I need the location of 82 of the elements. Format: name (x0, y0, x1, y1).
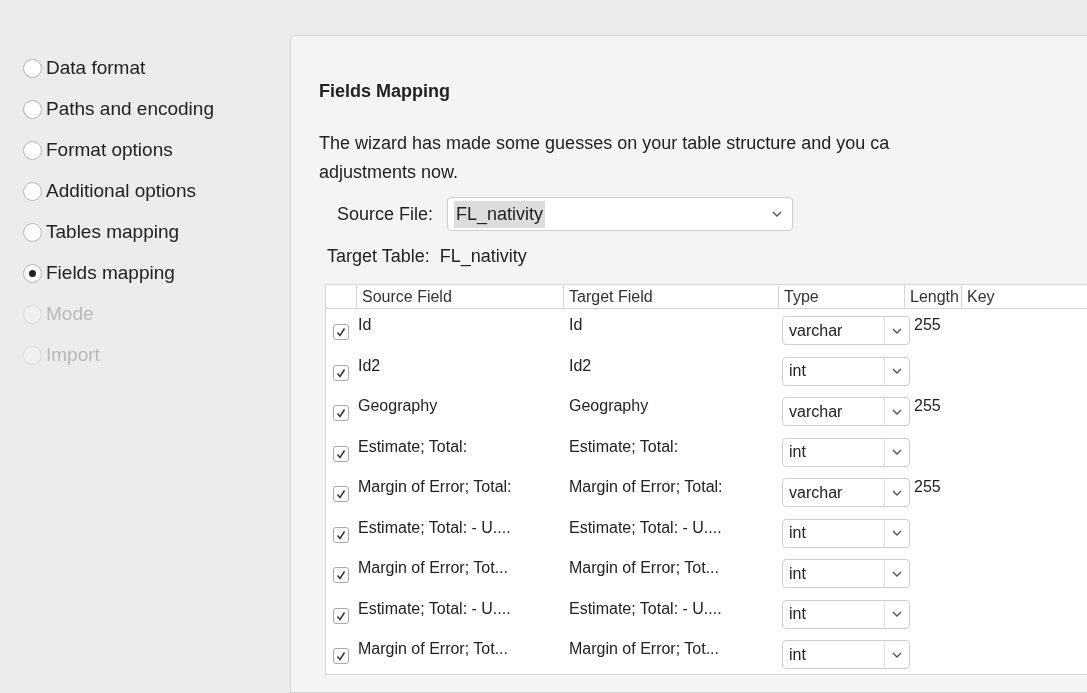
table-cell: 255 (914, 316, 941, 333)
radio-button[interactable] (23, 264, 42, 283)
table-cell: Estimate; Total: - U.... (569, 599, 722, 617)
table-cell: Margin of Error; Total: (358, 478, 512, 495)
step-label: Data format (46, 56, 146, 81)
type-dropdown[interactable]: varchar (782, 397, 910, 426)
table-cell: Estimate; Total: - U.... (569, 518, 722, 536)
checkmark-icon (336, 651, 346, 662)
step-label: Fields mapping (46, 261, 175, 286)
section-title: Fields Mapping (319, 80, 451, 103)
column-header[interactable]: Source Field (356, 285, 563, 308)
checkbox[interactable] (333, 648, 349, 665)
type-dropdown[interactable]: int (782, 518, 910, 548)
chevron-down-icon (892, 408, 902, 415)
type-dropdown[interactable]: int (782, 559, 910, 588)
description-text: adjustments now. (319, 161, 460, 184)
type-dropdown[interactable]: int (782, 356, 910, 386)
table-cell: Estimate; Total: - U.... (358, 599, 511, 617)
checkbox[interactable] (333, 486, 349, 503)
checkbox[interactable] (333, 526, 349, 543)
column-header[interactable]: Type (778, 285, 904, 308)
column-header[interactable]: Target Field (563, 285, 778, 308)
table-cell: Margin of Error; Tot... (358, 640, 508, 657)
table-cell: Id (569, 316, 583, 333)
checkmark-icon (336, 327, 346, 338)
chevron-down-icon (772, 211, 783, 217)
checkmark-icon (336, 529, 346, 540)
table-cell: 255 (914, 478, 941, 495)
step-label: Format options (46, 138, 173, 163)
checkmark-icon (336, 489, 346, 500)
table-cell: Margin of Error; Total: (569, 478, 723, 495)
table-cell: Estimate; Total: - U.... (358, 518, 511, 536)
radio-button[interactable] (23, 141, 42, 160)
checkmark-icon (336, 570, 346, 581)
table-cell: Id2 (569, 356, 592, 374)
checkbox[interactable] (333, 324, 349, 341)
table-cell: Geography (569, 397, 649, 414)
step-label: Paths and encoding (46, 97, 214, 122)
checkbox[interactable] (333, 607, 349, 624)
table-cell: Id (358, 316, 372, 333)
step-label: Additional options (46, 179, 196, 204)
target-table-value: FL_nativity (439, 245, 527, 269)
checkbox[interactable] (333, 445, 349, 462)
checkmark-icon (336, 448, 346, 459)
checkbox[interactable] (333, 567, 349, 584)
column-header[interactable]: Length (904, 285, 961, 308)
checkmark-icon (336, 610, 346, 621)
type-dropdown[interactable]: int (782, 437, 910, 467)
description-text: The wizard has made some guesses on your table structure and you ca (319, 132, 891, 155)
type-dropdown[interactable]: int (782, 599, 910, 629)
table-cell: Margin of Error; Tot... (358, 559, 508, 576)
step-label: Tables mapping (46, 220, 180, 245)
type-dropdown[interactable]: int (782, 640, 910, 669)
table-cell: Estimate; Total: (358, 437, 468, 455)
chevron-down-icon (892, 489, 902, 496)
radio-button[interactable] (23, 59, 42, 78)
checkmark-icon (336, 408, 346, 419)
source-file-dropdown[interactable]: FL_nativity (447, 197, 794, 231)
checkbox[interactable] (333, 364, 349, 381)
type-dropdown[interactable]: varchar (782, 316, 910, 345)
table-cell: Estimate; Total: (569, 437, 679, 455)
table-cell: Margin of Error; Tot... (569, 640, 719, 657)
radio-button[interactable] (23, 182, 42, 201)
checkmark-icon (336, 367, 346, 378)
field-label: Target Table: (327, 245, 430, 268)
table-cell: 255 (914, 397, 941, 414)
chevron-down-icon (892, 368, 902, 374)
type-dropdown[interactable]: varchar (782, 478, 910, 507)
table-cell: Id2 (358, 356, 381, 374)
chevron-down-icon (892, 449, 902, 455)
table-cell: Margin of Error; Tot... (569, 559, 719, 576)
radio-button[interactable] (23, 100, 42, 119)
column-header[interactable]: Key (961, 285, 1011, 308)
chevron-down-icon (892, 570, 902, 577)
checkbox[interactable] (333, 405, 349, 422)
field-label: Source File: (337, 202, 434, 226)
chevron-down-icon (892, 327, 902, 334)
chevron-down-icon (892, 611, 902, 617)
table-cell: Geography (358, 397, 438, 414)
radio-button[interactable] (23, 223, 42, 242)
chevron-down-icon (892, 651, 902, 658)
chevron-down-icon (892, 530, 902, 536)
